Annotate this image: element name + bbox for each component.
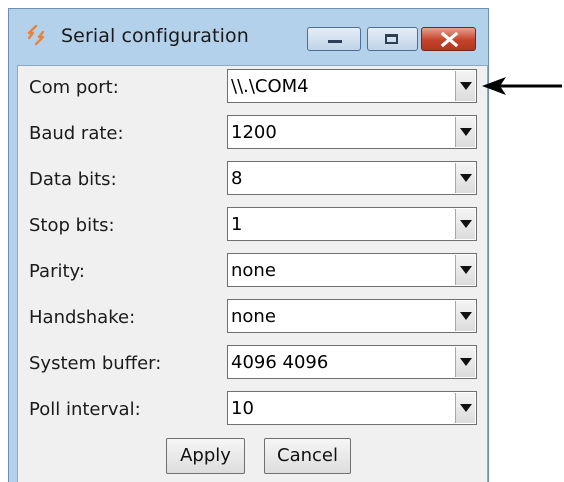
- field-label: Stop bits:: [29, 215, 115, 236]
- field-label: Baud rate:: [29, 123, 124, 144]
- selected-value: 1: [231, 214, 243, 235]
- chevron-down-icon: [460, 404, 472, 412]
- dropdown-button[interactable]: [455, 393, 475, 423]
- close-icon: [422, 28, 475, 50]
- field-handshake: Handshake: none: [18, 299, 487, 335]
- selected-value: none: [231, 260, 276, 281]
- field-data-bits: Data bits: 8: [18, 161, 487, 197]
- apply-button[interactable]: Apply: [166, 438, 245, 474]
- chevron-down-icon: [460, 266, 472, 274]
- baud-rate-select[interactable]: 1200: [227, 115, 477, 149]
- chevron-down-icon: [460, 220, 472, 228]
- dropdown-button[interactable]: [455, 117, 475, 147]
- dropdown-button[interactable]: [455, 209, 475, 239]
- poll-interval-select[interactable]: 10: [227, 391, 477, 425]
- chevron-down-icon: [460, 82, 472, 90]
- chevron-down-icon: [460, 312, 472, 320]
- dropdown-button[interactable]: [455, 347, 475, 377]
- selected-value: 10: [231, 398, 254, 419]
- field-com-port: Com port: \\.\COM4: [18, 69, 487, 105]
- app-logo-icon: [25, 24, 47, 46]
- selected-value: 8: [231, 168, 243, 189]
- field-label: Poll interval:: [29, 399, 141, 420]
- parity-select[interactable]: none: [227, 253, 477, 287]
- field-label: System buffer:: [29, 353, 162, 374]
- stop-bits-select[interactable]: 1: [227, 207, 477, 241]
- serial-configuration-window: Serial configuration Com port: \\.\COM4: [8, 8, 489, 482]
- chevron-down-icon: [460, 174, 472, 182]
- selected-value: 4096 4096: [231, 352, 329, 373]
- field-parity: Parity: none: [18, 253, 487, 289]
- field-baud-rate: Baud rate: 1200: [18, 115, 487, 151]
- field-label: Handshake:: [29, 307, 136, 328]
- window-title: Serial configuration: [61, 25, 249, 47]
- maximize-icon: [385, 34, 398, 44]
- field-label: Com port:: [29, 77, 119, 98]
- chevron-down-icon: [460, 358, 472, 366]
- dropdown-button[interactable]: [455, 301, 475, 331]
- field-stop-bits: Stop bits: 1: [18, 207, 487, 243]
- dialog-body: Com port: \\.\COM4 Baud rate: 1200 Data …: [17, 65, 488, 482]
- selected-value: 1200: [231, 122, 277, 143]
- arrow-left-icon: [480, 74, 564, 98]
- field-label: Data bits:: [29, 169, 117, 190]
- dropdown-button[interactable]: [455, 255, 475, 285]
- system-buffer-select[interactable]: 4096 4096: [227, 345, 477, 379]
- minimize-button[interactable]: [307, 27, 361, 51]
- selected-value: \\.\COM4: [231, 76, 309, 97]
- field-label: Parity:: [29, 261, 85, 282]
- maximize-button[interactable]: [367, 27, 418, 51]
- chevron-down-icon: [460, 128, 472, 136]
- dropdown-button[interactable]: [455, 163, 475, 193]
- handshake-select[interactable]: none: [227, 299, 477, 333]
- title-bar[interactable]: Serial configuration: [9, 9, 488, 55]
- selected-value: none: [231, 306, 276, 327]
- screenshot: Serial configuration Com port: \\.\COM4: [0, 0, 564, 482]
- com-port-select[interactable]: \\.\COM4: [227, 69, 477, 103]
- cancel-button[interactable]: Cancel: [264, 438, 351, 474]
- field-poll-interval: Poll interval: 10: [18, 391, 487, 427]
- data-bits-select[interactable]: 8: [227, 161, 477, 195]
- field-system-buffer: System buffer: 4096 4096: [18, 345, 487, 381]
- minimize-icon: [328, 40, 342, 43]
- close-button[interactable]: [421, 27, 476, 51]
- dropdown-button[interactable]: [455, 71, 475, 101]
